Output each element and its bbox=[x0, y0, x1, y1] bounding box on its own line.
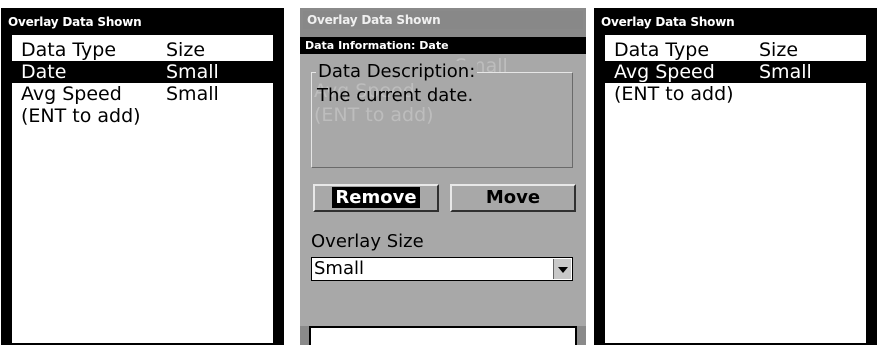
overlay-screen-left: Overlay Data Shown Data Type Size Date S… bbox=[1, 8, 284, 345]
list-item-type: Avg Speed bbox=[21, 83, 122, 105]
description-text: The current date. bbox=[317, 85, 474, 106]
description-label: Data Description: bbox=[316, 61, 478, 82]
overlay-screen-right: Overlay Data Shown Data Type Size Avg Sp… bbox=[594, 8, 877, 345]
list-item[interactable]: Avg Speed Small bbox=[12, 83, 273, 105]
list-item-size: Small bbox=[166, 83, 219, 105]
overlay-list: Data Type Size Date Small Avg Speed Smal… bbox=[10, 33, 275, 345]
overlay-size-value: Small bbox=[314, 258, 364, 279]
overlay-screen-middle: Overlay Data Shown Data Information: Dat… bbox=[300, 8, 586, 345]
remove-button[interactable]: Remove bbox=[313, 184, 439, 212]
list-header: Data Type Size bbox=[12, 39, 273, 61]
list-item[interactable]: (ENT to add) bbox=[12, 105, 273, 127]
list-item-type: (ENT to add) bbox=[21, 105, 141, 127]
list-item-size: Small bbox=[166, 61, 219, 83]
column-header-type: Data Type bbox=[21, 39, 117, 61]
move-button-label: Move bbox=[485, 187, 541, 208]
remove-button-label: Remove bbox=[332, 187, 420, 208]
list-item-type: (ENT to add) bbox=[614, 83, 734, 105]
window-title: Overlay Data Shown bbox=[303, 11, 583, 29]
column-header-size: Size bbox=[759, 39, 799, 61]
list-item-type: Date bbox=[21, 61, 67, 83]
dialog-title: Data Information: Date bbox=[300, 37, 586, 54]
list-item[interactable]: Avg Speed Small bbox=[605, 61, 866, 83]
list-item[interactable]: (ENT to add) bbox=[605, 83, 866, 105]
overlay-size-label: Overlay Size bbox=[311, 231, 424, 252]
column-header-size: Size bbox=[166, 39, 206, 61]
list-header: Data Type Size bbox=[605, 39, 866, 61]
dropdown-arrow-icon[interactable] bbox=[553, 259, 571, 279]
list-remainder bbox=[309, 326, 577, 345]
list-item-size: Small bbox=[759, 61, 812, 83]
data-information-dialog: Small Avg Speed (ENT to add) Data Descri… bbox=[300, 54, 586, 326]
list-item-type: Avg Speed bbox=[614, 61, 715, 83]
column-header-type: Data Type bbox=[614, 39, 710, 61]
list-item[interactable]: Date Small bbox=[12, 61, 273, 83]
move-button[interactable]: Move bbox=[450, 184, 576, 212]
overlay-size-select[interactable]: Small bbox=[311, 257, 573, 281]
overlay-list: Data Type Size Avg Speed Small (ENT to a… bbox=[603, 33, 868, 345]
window-title: Overlay Data Shown bbox=[597, 11, 874, 33]
window-title: Overlay Data Shown bbox=[4, 11, 281, 33]
